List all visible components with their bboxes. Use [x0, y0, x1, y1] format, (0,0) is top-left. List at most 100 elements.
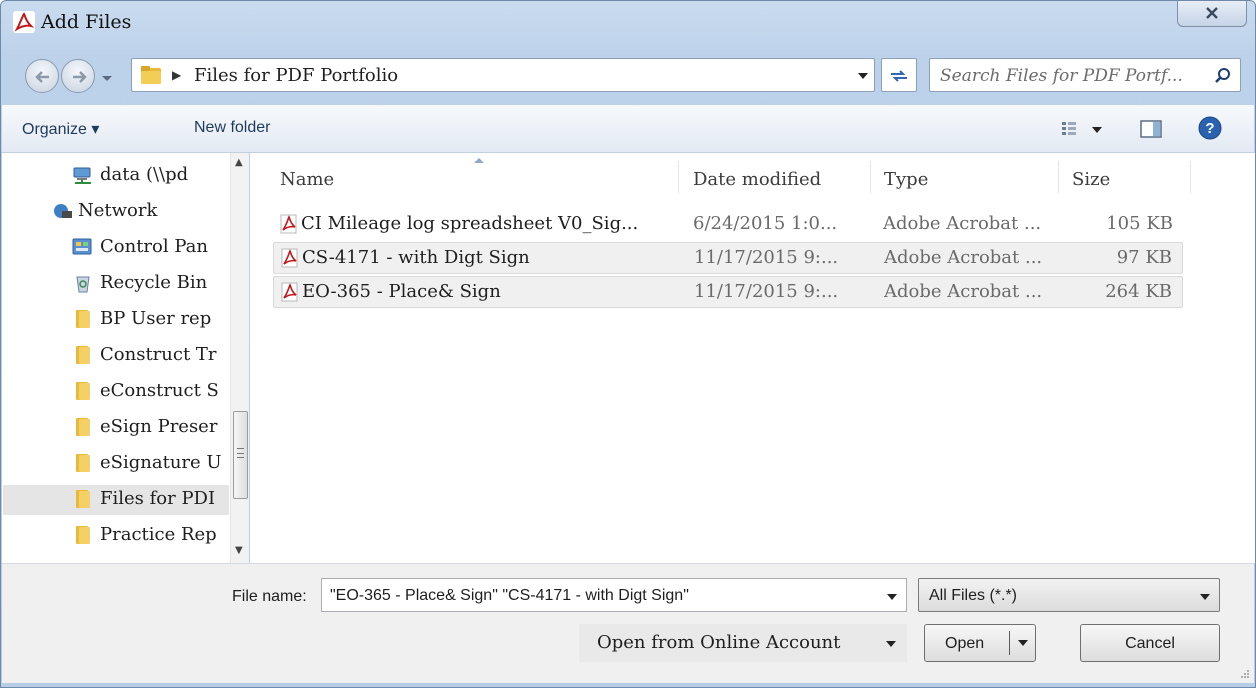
column-divider[interactable]	[870, 161, 871, 193]
breadcrumb-chevron-icon[interactable]: ▶	[172, 68, 181, 82]
nav-item-folder[interactable]: Construct Tr	[24, 341, 234, 371]
forward-button[interactable]	[61, 59, 95, 93]
navigation-pane: data (\\pd Network Control Pan Recycle B…	[2, 153, 249, 563]
sort-ascending-icon	[474, 158, 484, 163]
file-row-selected[interactable]: CS-4171 - with Digt Sign 11/17/2015 9:..…	[273, 242, 1183, 274]
refresh-button[interactable]	[881, 58, 917, 92]
folder-icon	[76, 526, 90, 544]
folder-icon	[76, 310, 90, 328]
organize-menu[interactable]: Organize ▾	[22, 119, 99, 139]
file-name: CS-4171 - with Digt Sign	[302, 247, 530, 268]
address-row: ▶ Files for PDF Portfolio Search Files f…	[1, 43, 1255, 103]
refresh-icon	[891, 70, 907, 82]
file-date: 6/24/2015 1:0...	[693, 213, 838, 234]
nav-item-recycle-bin[interactable]: Recycle Bin	[24, 269, 234, 299]
chevron-down-icon[interactable]	[1199, 593, 1211, 601]
chevron-down-icon[interactable]	[886, 593, 898, 601]
column-header-name[interactable]: Name	[280, 169, 334, 190]
dialog-footer: File name: "EO-365 - Place& Sign" "CS-41…	[2, 563, 1254, 683]
folder-icon	[141, 66, 161, 84]
window-title: Add Files	[41, 11, 132, 33]
network-drive-icon	[73, 167, 91, 184]
nav-item-label: Recycle Bin	[100, 272, 208, 293]
nav-item-label: Control Pan	[100, 236, 208, 257]
cancel-button[interactable]: Cancel	[1080, 624, 1220, 662]
nav-item-folder[interactable]: BP User rep	[24, 305, 234, 335]
nav-item-label: Practice Rep	[100, 524, 217, 545]
search-box[interactable]: Search Files for PDF Portf...	[929, 58, 1241, 92]
nav-item-label: Files for PDI	[100, 488, 216, 509]
folder-icon	[76, 346, 90, 364]
file-size: 264 KB	[1105, 281, 1172, 302]
help-icon[interactable]: ?	[1198, 116, 1222, 140]
folder-icon	[76, 454, 90, 472]
file-type-select[interactable]: All Files (*.*)	[918, 578, 1220, 612]
back-button[interactable]	[25, 59, 59, 93]
search-icon[interactable]	[1214, 67, 1232, 85]
file-row-selected[interactable]: EO-365 - Place& Sign 11/17/2015 9:... Ad…	[273, 276, 1183, 308]
open-label: Open	[945, 635, 985, 652]
nav-item-folder[interactable]: eSignature U	[24, 449, 234, 479]
column-header-date[interactable]: Date modified	[693, 169, 821, 190]
recent-locations-icon[interactable]	[97, 67, 117, 89]
close-button[interactable]	[1177, 1, 1247, 27]
cancel-label: Cancel	[1125, 635, 1175, 652]
column-divider[interactable]	[1190, 161, 1191, 193]
folder-icon	[76, 382, 90, 400]
online-account-label: Open from Online Account	[597, 632, 841, 653]
open-from-online-account-button[interactable]: Open from Online Account	[579, 624, 907, 662]
file-name-label: File name:	[232, 588, 307, 605]
change-view-icon[interactable]	[1060, 119, 1110, 139]
nav-item-control-panel[interactable]: Control Pan	[24, 233, 234, 263]
svg-text:?: ?	[1205, 120, 1214, 137]
column-header-size[interactable]: Size	[1072, 169, 1110, 190]
scroll-down-icon[interactable]: ▼	[235, 545, 246, 556]
file-type-value: All Files (*.*)	[929, 587, 1018, 604]
file-name-field[interactable]: "EO-365 - Place& Sign" "CS-4171 - with D…	[321, 578, 907, 612]
preview-pane-icon[interactable]	[1140, 119, 1162, 139]
file-date: 11/17/2015 9:...	[694, 247, 839, 268]
chevron-down-icon[interactable]	[1017, 639, 1029, 647]
breadcrumb-current[interactable]: Files for PDF Portfolio	[194, 65, 398, 86]
chevron-down-icon[interactable]	[856, 71, 870, 81]
title-bar: Add Files	[1, 1, 1255, 43]
nav-item-folder[interactable]: eSign Preser	[24, 413, 234, 443]
file-type: Adobe Acrobat ...	[884, 281, 1043, 302]
column-divider[interactable]	[678, 161, 679, 193]
new-folder-button[interactable]: New folder	[194, 119, 270, 137]
nav-item-data-drive[interactable]: data (\\pd	[24, 161, 234, 191]
scroll-up-icon[interactable]: ▲	[235, 157, 246, 168]
chevron-down-icon[interactable]	[885, 640, 897, 648]
column-header-type[interactable]: Type	[884, 169, 928, 190]
network-icon	[54, 204, 72, 218]
arrow-right-icon	[73, 71, 87, 83]
file-name: EO-365 - Place& Sign	[302, 281, 501, 302]
command-toolbar: Organize ▾ New folder ?	[2, 105, 1254, 153]
search-input[interactable]: Search Files for PDF Portf...	[940, 66, 1183, 86]
nav-scrollbar[interactable]: ▲ ▼	[230, 153, 249, 563]
file-type: Adobe Acrobat ...	[884, 247, 1043, 268]
nav-item-label: BP User rep	[100, 308, 212, 329]
nav-item-label: eSign Preser	[100, 416, 218, 437]
file-list: Name Date modified Type Size CI Mileage …	[250, 153, 1255, 563]
file-size: 105 KB	[1106, 213, 1173, 234]
nav-item-network[interactable]: Network	[24, 197, 234, 227]
file-row[interactable]: CI Mileage log spreadsheet V0_Sig... 6/2…	[273, 209, 1183, 241]
nav-item-folder[interactable]: Practice Rep	[24, 521, 234, 551]
pdf-file-icon	[280, 214, 297, 234]
resize-grip-icon[interactable]	[1240, 669, 1250, 679]
nav-item-folder[interactable]: eConstruct S	[24, 377, 234, 407]
folder-icon	[76, 490, 90, 508]
nav-item-label: eConstruct S	[100, 380, 219, 401]
column-divider[interactable]	[1058, 161, 1059, 193]
nav-item-folder-selected[interactable]: Files for PDI	[3, 485, 229, 515]
address-bar[interactable]: ▶ Files for PDF Portfolio	[131, 58, 875, 92]
folder-icon	[76, 418, 90, 436]
nav-item-label: Network	[78, 200, 158, 221]
open-button[interactable]: Open	[924, 624, 1036, 662]
grip-icon	[237, 448, 244, 458]
nav-item-label: data (\\pd	[100, 164, 189, 185]
file-name-value[interactable]: "EO-365 - Place& Sign" "CS-4171 - with D…	[330, 587, 689, 605]
recycle-bin-icon	[76, 276, 90, 293]
scrollbar-thumb[interactable]	[233, 411, 248, 499]
